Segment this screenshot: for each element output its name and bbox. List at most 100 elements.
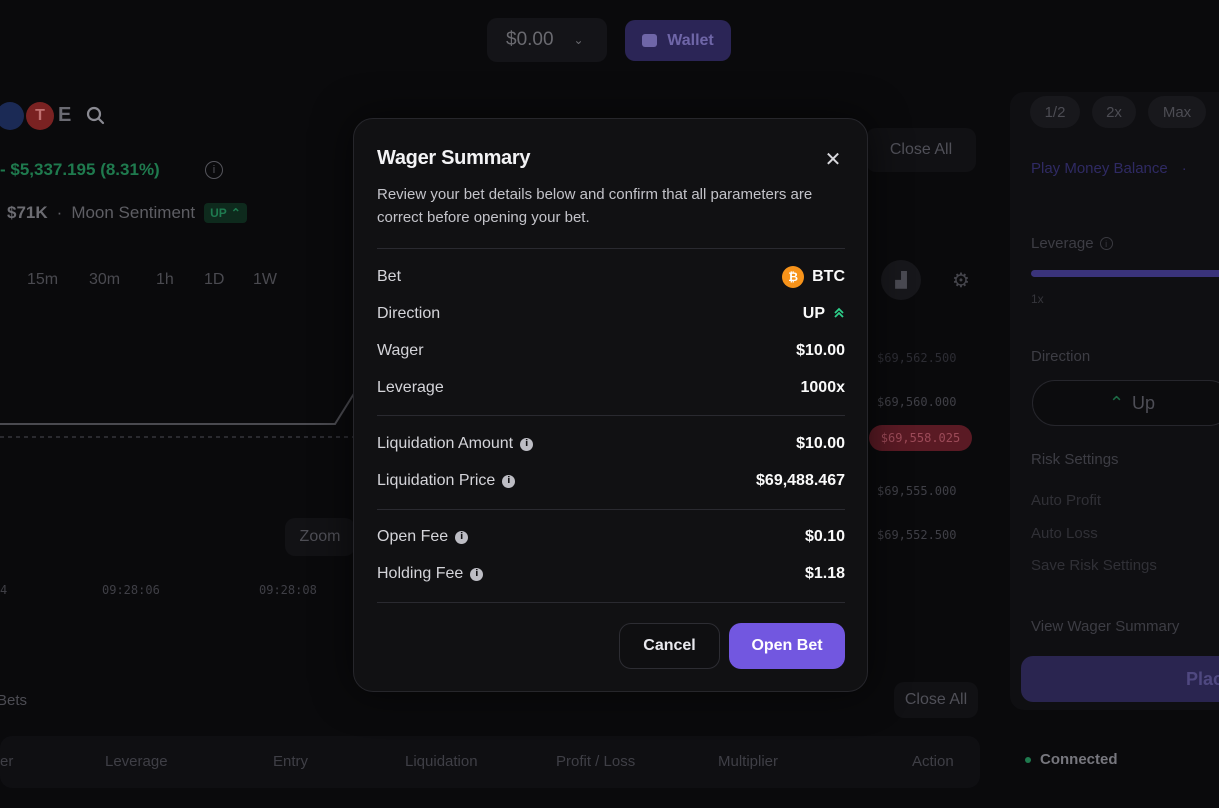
market-stats: $71K · Moon Sentiment UP ⌃: [7, 203, 247, 223]
bets-section-label: Bets: [0, 692, 28, 709]
play-balance-label: Play Money Balance: [1031, 160, 1168, 177]
risk-settings-label: Risk Settings: [1031, 451, 1119, 468]
open-bet-button[interactable]: Open Bet: [729, 623, 845, 669]
place-label: Place: [1185, 668, 1219, 689]
save-risk-settings-link[interactable]: Save Risk Settings: [1031, 557, 1157, 574]
time-axis-label: 09:28:06: [102, 583, 160, 597]
wager-summary-modal: Wager Summary ✕ Review your bet details …: [353, 118, 868, 692]
row-label: Liquidation Amount i: [377, 435, 534, 453]
balance-selector[interactable]: $0.00 ⌄: [487, 18, 607, 62]
auto-loss-label[interactable]: Auto Loss: [1031, 525, 1098, 542]
leverage-label-row: Leverage i: [1031, 235, 1113, 252]
row-leverage: Leverage 1000x: [377, 376, 845, 400]
timeframe-15m[interactable]: 15m: [27, 271, 58, 289]
token-icon[interactable]: E: [58, 104, 78, 128]
label-text: Liquidation Amount: [377, 435, 514, 452]
sentiment-label: Moon Sentiment: [71, 203, 196, 222]
info-icon[interactable]: i: [1099, 237, 1113, 250]
column-header: Liquidation: [405, 753, 478, 770]
max-chip[interactable]: Max: [1148, 96, 1206, 128]
row-value: UP: [803, 305, 845, 323]
zoom-button[interactable]: Zoom: [285, 518, 355, 556]
row-label: Direction: [377, 305, 441, 322]
close-all-button[interactable]: Close All: [866, 128, 976, 172]
half-chip[interactable]: 1/2: [1030, 96, 1080, 128]
row-holding-fee: Holding Fee i $1.18: [377, 562, 845, 586]
app-root: $0.00 ⌄ Wallet T E - $5,337.195 (8.31%) …: [0, 0, 1219, 808]
divider: [377, 602, 845, 603]
row-wager: Wager $10.00: [377, 339, 845, 363]
place-bet-button[interactable]: Place: [1021, 656, 1219, 702]
price-axis-label: $69,555.000: [877, 484, 957, 498]
timeframe-30m[interactable]: 30m: [89, 271, 120, 289]
chart-type-icon[interactable]: ▟: [881, 260, 921, 300]
bitcoin-icon: ₿: [782, 266, 805, 288]
sentiment-badge: UP ⌃: [204, 203, 247, 223]
timeframe-1w[interactable]: 1W: [253, 271, 277, 289]
timeframe-1d[interactable]: 1D: [204, 271, 224, 289]
token-icon[interactable]: [0, 102, 24, 130]
time-axis-label: 4: [0, 583, 8, 597]
modal-title: Wager Summary: [377, 147, 531, 169]
leverage-label: Leverage: [1031, 235, 1094, 252]
double-chevron-up-icon: [833, 306, 845, 322]
row-label: Leverage: [377, 379, 444, 396]
token-icon[interactable]: T: [26, 102, 54, 130]
row-liquidation-price: Liquidation Price i $69,488.467: [377, 469, 845, 493]
up-label: Up: [1132, 392, 1156, 413]
double-chevron-up-icon: ⌃: [1108, 392, 1125, 413]
divider: [377, 509, 845, 510]
row-label: Wager: [377, 342, 424, 359]
gear-icon[interactable]: ⚙: [950, 269, 972, 292]
timeframe-1h[interactable]: 1h: [156, 271, 174, 289]
info-icon[interactable]: i: [520, 437, 534, 451]
row-value: ₿ BTC: [782, 266, 845, 288]
close-all-bets-button[interactable]: Close All: [894, 682, 978, 718]
column-header: er: [0, 753, 14, 770]
info-icon[interactable]: i: [502, 474, 516, 488]
leverage-min-label: 1x: [1031, 292, 1044, 306]
row-value: $0.10: [804, 528, 845, 545]
direction-label: Direction: [1031, 348, 1091, 365]
auto-profit-label[interactable]: Auto Profit: [1031, 492, 1101, 509]
label-text: Open Fee: [377, 528, 449, 545]
info-icon[interactable]: i: [205, 161, 223, 179]
label-text: Holding Fee: [377, 565, 464, 582]
row-open-fee: Open Fee i $0.10: [377, 525, 845, 549]
modal-description: Review your bet details below and confir…: [377, 186, 813, 226]
info-icon[interactable]: i: [455, 530, 469, 544]
bet-asset: BTC: [812, 268, 845, 285]
current-price-line: [0, 436, 355, 438]
price-axis-label: $69,560.000: [877, 395, 957, 409]
price-axis-label: $69,552.500: [877, 528, 957, 542]
double-chip[interactable]: 2x: [1092, 96, 1136, 128]
wallet-label: Wallet: [667, 31, 714, 49]
row-value: $10.00: [796, 342, 845, 359]
badge-text: UP: [210, 206, 227, 220]
cancel-button[interactable]: Cancel: [619, 623, 720, 669]
info-icon[interactable]: i: [470, 567, 484, 581]
row-value: $1.18: [804, 565, 845, 582]
column-header: Entry: [273, 753, 309, 770]
price-axis-label: $69,562.500: [877, 351, 957, 365]
separator-dot: ·: [1181, 160, 1187, 177]
search-icon[interactable]: [86, 106, 106, 126]
leverage-slider[interactable]: [1031, 270, 1219, 277]
stat-value: $71K: [7, 203, 48, 222]
close-icon[interactable]: ✕: [820, 146, 846, 172]
row-value: $10.00: [796, 435, 845, 452]
direction-up-button[interactable]: ⌃ Up: [1032, 380, 1219, 426]
column-header: Multiplier: [718, 753, 779, 770]
divider: [377, 248, 845, 249]
row-direction: Direction UP: [377, 302, 845, 326]
connection-status: Connected: [1025, 751, 1118, 768]
row-value: $69,488.467: [756, 472, 845, 489]
status-dot-icon: [1025, 756, 1031, 763]
price-change: - $5,337.195 (8.31%): [0, 160, 160, 179]
wallet-button[interactable]: Wallet: [625, 20, 731, 61]
wallet-icon: [642, 34, 658, 47]
double-chevron-up-icon: ⌃: [230, 206, 241, 220]
view-wager-summary-link[interactable]: View Wager Summary: [1031, 618, 1179, 635]
column-header: Action: [912, 753, 954, 770]
direction-value: UP: [802, 305, 825, 322]
